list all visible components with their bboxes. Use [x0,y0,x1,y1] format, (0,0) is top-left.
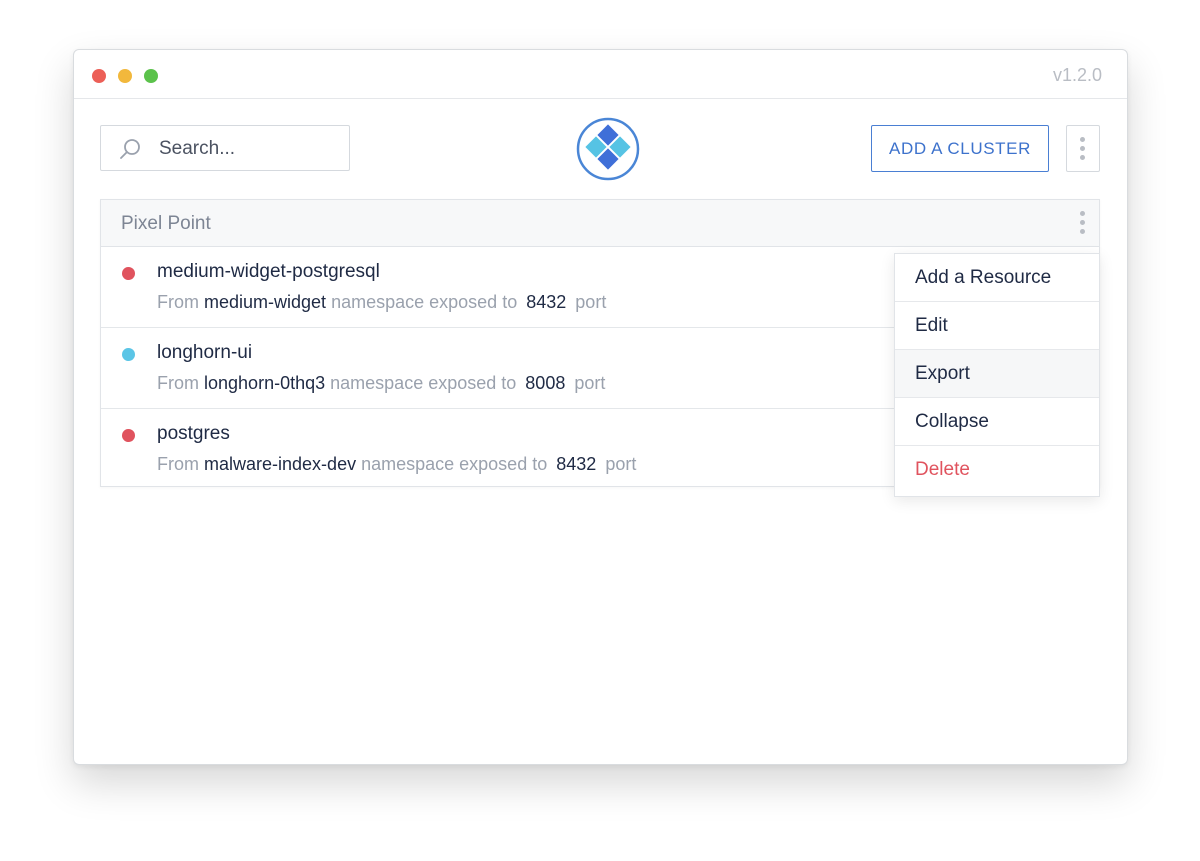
port-label: port [574,373,606,393]
port-label: port [575,292,607,312]
menu-item-add-resource[interactable]: Add a Resource [895,254,1099,302]
port-number: 8432 [526,292,567,312]
resource-name: medium-widget-postgresql [157,261,380,282]
maximize-window-button[interactable] [144,69,158,83]
minimize-window-button[interactable] [118,69,132,83]
search-icon [120,139,140,159]
port-number: 8008 [525,373,566,393]
cluster-name: Pixel Point [121,213,211,234]
search-input[interactable] [157,126,346,172]
exposed-label: namespace exposed to [330,373,517,393]
search-box[interactable] [100,125,350,172]
resource-name: postgres [157,423,230,444]
menu-item-collapse[interactable]: Collapse [895,398,1099,446]
from-label: From [157,373,199,393]
menu-item-edit[interactable]: Edit [895,302,1099,350]
app-version: v1.2.0 [1052,65,1102,85]
cluster-header: Pixel Point [101,200,1099,247]
port-number: 8432 [556,454,597,474]
close-window-button[interactable] [92,69,106,83]
menu-item-delete[interactable]: Delete [895,446,1099,494]
kebab-menu-icon [1080,137,1086,164]
namespace-name: medium-widget [204,292,327,312]
namespace-name: longhorn-0thq3 [204,373,326,393]
exposed-label: namespace exposed to [361,454,548,474]
exposed-label: namespace exposed to [331,292,518,312]
resource-description: From malware-index-dev namespace exposed… [157,454,636,475]
menu-item-export[interactable]: Export [895,350,1099,398]
status-dot [122,267,135,280]
namespace-name: malware-index-dev [204,454,357,474]
more-options-button[interactable] [1066,125,1100,172]
cluster-menu-icon[interactable] [1080,211,1086,238]
add-cluster-button[interactable]: ADD A CLUSTER [871,125,1049,172]
resource-description: From longhorn-0thq3 namespace exposed to… [157,373,605,394]
app-window: v1.2.0 ADD A CLUSTER Pixel Point medium-… [73,49,1128,765]
resource-description: From medium-widget namespace exposed to … [157,292,606,313]
status-dot [122,348,135,361]
title-bar: v1.2.0 [74,50,1127,99]
port-label: port [605,454,637,474]
status-dot [122,429,135,442]
from-label: From [157,454,199,474]
cluster-context-menu: Add a Resource Edit Export Collapse Dele… [894,253,1100,497]
resource-name: longhorn-ui [157,342,253,363]
from-label: From [157,292,199,312]
app-logo [576,117,640,181]
